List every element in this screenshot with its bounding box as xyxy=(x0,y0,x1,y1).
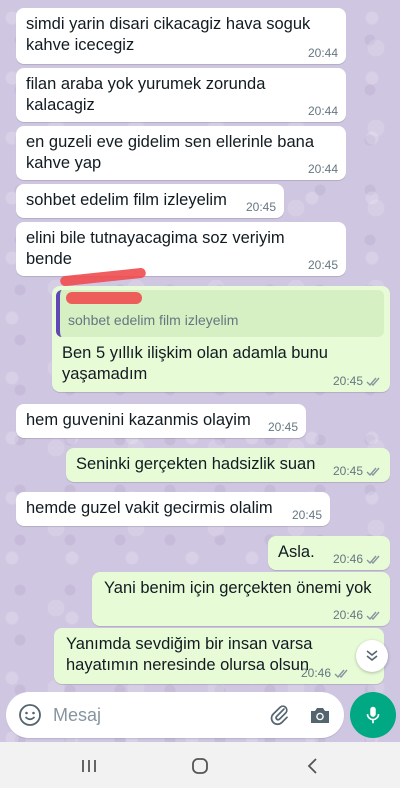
message-meta: 20:45 xyxy=(268,420,298,434)
message-list[interactable]: simdi yarin disari cikacagiz hava soguk … xyxy=(0,0,400,690)
message-meta: 20:45 xyxy=(292,508,322,522)
message-incoming[interactable]: simdi yarin disari cikacagiz hava soguk … xyxy=(16,8,346,64)
message-time: 20:45 xyxy=(307,258,338,272)
quoted-message[interactable]: sohbet edelim film izleyelim xyxy=(56,267,384,337)
microphone-icon xyxy=(366,706,380,724)
paperclip-icon[interactable] xyxy=(268,703,292,727)
message-meta: 20:45 xyxy=(333,464,382,478)
double-check-icon xyxy=(334,669,348,678)
message-meta: 20:44 xyxy=(308,46,338,60)
message-incoming[interactable]: sohbet edelim film izleyelim 20:45 xyxy=(16,184,284,218)
message-text: hem guvenini kazanmis olayim xyxy=(26,411,251,429)
message-incoming[interactable]: filan araba yok yurumek zorunda kalacagi… xyxy=(16,68,346,122)
double-check-icon xyxy=(366,611,380,620)
message-meta: 20:44 xyxy=(308,162,338,176)
message-text: en guzeli eve gidelim sen ellerinle bana… xyxy=(26,133,315,172)
message-meta: 20:46 xyxy=(333,552,382,566)
message-incoming[interactable]: hem guvenini kazanmis olayim 20:45 xyxy=(16,404,306,438)
message-meta: 20:46 xyxy=(333,608,382,622)
message-text: simdi yarin disari cikacagiz hava soguk … xyxy=(26,15,311,54)
message-incoming[interactable]: elini bile tutnayacagima soz veriyim ben… xyxy=(16,222,346,276)
message-outgoing[interactable]: Yanımda sevdiğim bir insan varsa hayatım… xyxy=(54,628,384,684)
message-time: 20:45 xyxy=(332,374,363,388)
message-text: Yani benim için gerçekten önemi yok xyxy=(104,579,372,597)
message-outgoing[interactable]: sohbet edelim film izleyelim Ben 5 yıllı… xyxy=(52,267,390,392)
back-icon[interactable] xyxy=(302,755,324,777)
redaction-mark xyxy=(66,292,142,304)
message-meta: 20:45 xyxy=(246,200,276,214)
message-meta: 20:44 xyxy=(308,104,338,118)
double-check-icon xyxy=(366,377,380,386)
message-time: 20:46 xyxy=(332,608,363,622)
message-outgoing[interactable]: Seninki gerçekten hadsizlik suan 20:45 xyxy=(66,448,390,482)
message-time: 20:44 xyxy=(307,104,338,118)
message-time: 20:44 xyxy=(307,162,338,176)
message-meta: 20:45 xyxy=(333,374,382,388)
message-text: hemde guzel vakit gecirmis olalim xyxy=(26,499,273,517)
scroll-to-bottom-button[interactable] xyxy=(356,640,388,672)
message-outgoing[interactable]: Asla. 20:46 xyxy=(268,536,390,570)
message-meta: 20:46 xyxy=(301,666,350,680)
message-outgoing[interactable]: Yani benim için gerçekten önemi yok 20:4… xyxy=(92,572,390,626)
message-text: elini bile tutnayacagima soz veriyim ben… xyxy=(26,229,285,268)
emoji-icon[interactable] xyxy=(18,703,42,727)
system-navigation-bar xyxy=(0,742,400,788)
message-time: 20:46 xyxy=(300,666,331,680)
quoted-text: sohbet edelim film izleyelim xyxy=(68,312,239,328)
message-time: 20:44 xyxy=(307,46,338,60)
message-incoming[interactable]: hemde guzel vakit gecirmis olalim 20:45 xyxy=(16,492,330,526)
microphone-button[interactable] xyxy=(350,692,396,738)
message-composer[interactable]: Mesaj xyxy=(6,692,344,738)
home-icon[interactable] xyxy=(189,755,211,777)
double-chevron-down-icon xyxy=(366,650,378,662)
double-check-icon xyxy=(366,467,380,476)
message-time: 20:45 xyxy=(245,200,276,214)
message-text: filan araba yok yurumek zorunda kalacagi… xyxy=(26,75,266,114)
recent-apps-icon[interactable] xyxy=(78,755,100,777)
camera-icon[interactable] xyxy=(308,703,332,727)
message-input[interactable]: Mesaj xyxy=(53,705,101,726)
double-check-icon xyxy=(366,555,380,564)
message-text: sohbet edelim film izleyelim xyxy=(26,191,227,209)
message-time: 20:45 xyxy=(332,464,363,478)
message-meta: 20:45 xyxy=(308,258,338,272)
message-incoming[interactable]: en guzeli eve gidelim sen ellerinle bana… xyxy=(16,126,346,180)
message-time: 20:45 xyxy=(267,420,298,434)
message-time: 20:46 xyxy=(332,552,363,566)
message-time: 20:45 xyxy=(291,508,322,522)
